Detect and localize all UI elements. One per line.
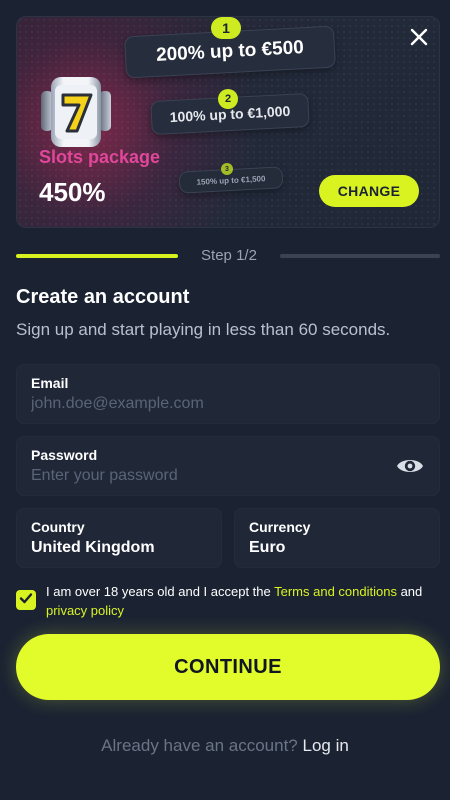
password-field[interactable]: Password <box>16 436 440 496</box>
bonus-tier-1-text: 200% up to €500 <box>155 37 305 66</box>
page-subtitle: Sign up and start playing in less than 6… <box>16 320 391 339</box>
login-link[interactable]: Log in <box>303 736 349 755</box>
terms-checkbox[interactable] <box>16 590 36 610</box>
currency-select[interactable]: Currency Euro <box>234 508 440 568</box>
change-package-button[interactable]: CHANGE <box>319 175 419 207</box>
email-field[interactable]: Email <box>16 364 440 424</box>
step-progress-remaining <box>280 254 440 258</box>
package-name: Slots package <box>39 147 161 167</box>
package-percent: 450% <box>39 177 106 207</box>
checkmark-icon <box>19 591 33 610</box>
email-label: Email <box>31 375 69 391</box>
terms-text: I am over 18 years old and I accept the … <box>46 582 440 620</box>
slot-machine-seven-icon <box>39 73 113 151</box>
promo-banner: 200% up to €500 1 100% up to €1,000 2 15… <box>16 16 440 228</box>
privacy-policy-link[interactable]: privacy policy <box>46 603 124 618</box>
email-input[interactable] <box>31 395 393 413</box>
close-button[interactable] <box>405 25 433 53</box>
terms-text-before: I am over 18 years old and I accept the <box>46 584 275 599</box>
continue-button[interactable]: CONTINUE <box>16 634 440 700</box>
step-progress: Step 1/2 <box>16 244 440 268</box>
bonus-tier-1-badge: 1 <box>211 17 241 39</box>
step-progress-completed <box>16 254 178 258</box>
country-select[interactable]: Country United Kingdom <box>16 508 222 568</box>
currency-label: Currency <box>249 519 311 535</box>
password-input[interactable] <box>31 467 393 485</box>
login-prompt-row: Already have an account? Log in <box>0 736 450 756</box>
password-label: Password <box>31 447 98 463</box>
bonus-tier-3-text: 150% up to €1,500 <box>196 173 266 187</box>
page-title: Create an account <box>16 286 190 308</box>
currency-value: Euro <box>249 539 286 556</box>
terms-agreement: I am over 18 years old and I accept the … <box>16 580 440 620</box>
toggle-password-visibility-button[interactable] <box>395 454 425 478</box>
bonus-tier-2-badge: 2 <box>218 89 238 109</box>
country-value: United Kingdom <box>31 539 155 556</box>
terms-and-conditions-link[interactable]: Terms and conditions <box>274 584 397 599</box>
terms-text-middle: and <box>396 584 423 599</box>
close-icon <box>409 27 429 52</box>
step-label: Step 1/2 <box>201 247 257 264</box>
eye-icon <box>395 460 425 482</box>
login-prompt: Already have an account? <box>101 736 298 755</box>
country-label: Country <box>31 519 85 535</box>
bonus-tier-3-badge: 3 <box>221 163 233 175</box>
